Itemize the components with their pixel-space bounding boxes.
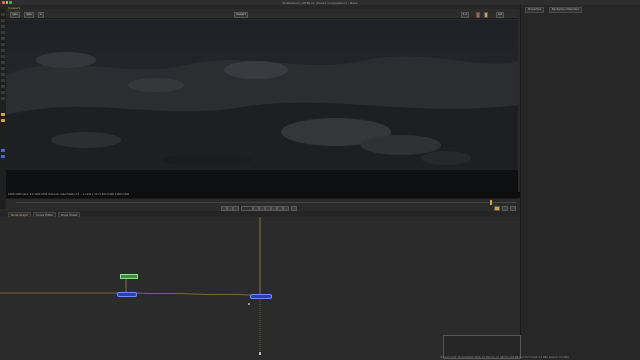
rocky-terrain-image [6,20,518,192]
read-node[interactable] [117,292,137,297]
3d-tool-icon[interactable] [1,67,5,70]
input-dropdown[interactable]: A [38,11,44,18]
image-tool-icon[interactable] [1,13,5,16]
timeline [6,198,518,211]
record-icon[interactable] [476,11,480,18]
metadata-tool-icon[interactable] [1,79,5,82]
color-tool-icon[interactable] [1,37,5,40]
viewer-canvas[interactable] [6,20,518,192]
timeline-track[interactable] [16,202,516,203]
node-graph-canvas[interactable] [0,217,520,360]
merge-node[interactable] [250,294,272,299]
layer-dropdown[interactable]: rgba [24,11,34,18]
viewer-toolbar: rgba rgba A Viewer1 1:1 ext [6,9,518,19]
window-title: Shakedown_v0TPa.nk (Saved Composition) -… [282,0,358,5]
channel-tool-icon[interactable] [1,31,5,34]
other-tool-icon[interactable] [1,97,5,100]
blue-tool-icon-2[interactable] [1,155,5,158]
blue-tool-icon[interactable] [1,149,5,152]
mouse-cursor-icon [248,303,250,305]
toolsets-tool-icon[interactable] [1,91,5,94]
viewer-input-arrow-icon [259,352,261,355]
reformat-node[interactable] [120,274,138,279]
views-tool-icon[interactable] [1,73,5,76]
playhead[interactable] [490,200,492,205]
tab-background-renders[interactable]: Background Renders [549,7,582,13]
draw-tool-icon[interactable] [1,19,5,22]
keyer-tool-icon[interactable] [1,49,5,52]
filter-tool-icon[interactable] [1,43,5,46]
node-wires [0,217,261,353]
proxy-icon[interactable] [484,11,488,18]
highlight-tool-icon-2[interactable] [1,119,5,122]
transform-tool-icon[interactable] [1,61,5,64]
status-bar: Channel Count: 18 Localization Mode: On … [440,356,569,359]
time-tool-icon[interactable] [1,25,5,28]
tab-properties[interactable]: Properties [525,7,545,13]
proxy-dropdown[interactable]: ext [496,11,504,18]
zoom-dropdown[interactable]: 1:1 [461,11,470,18]
highlight-tool-icon[interactable] [1,113,5,116]
viewer-name-dropdown[interactable]: Viewer1 [234,11,249,18]
channels-dropdown[interactable]: rgba [10,11,20,18]
merge-tool-icon[interactable] [1,55,5,58]
particles-tool-icon[interactable] [1,85,5,88]
properties-panel: Properties Background Renders [520,5,640,360]
